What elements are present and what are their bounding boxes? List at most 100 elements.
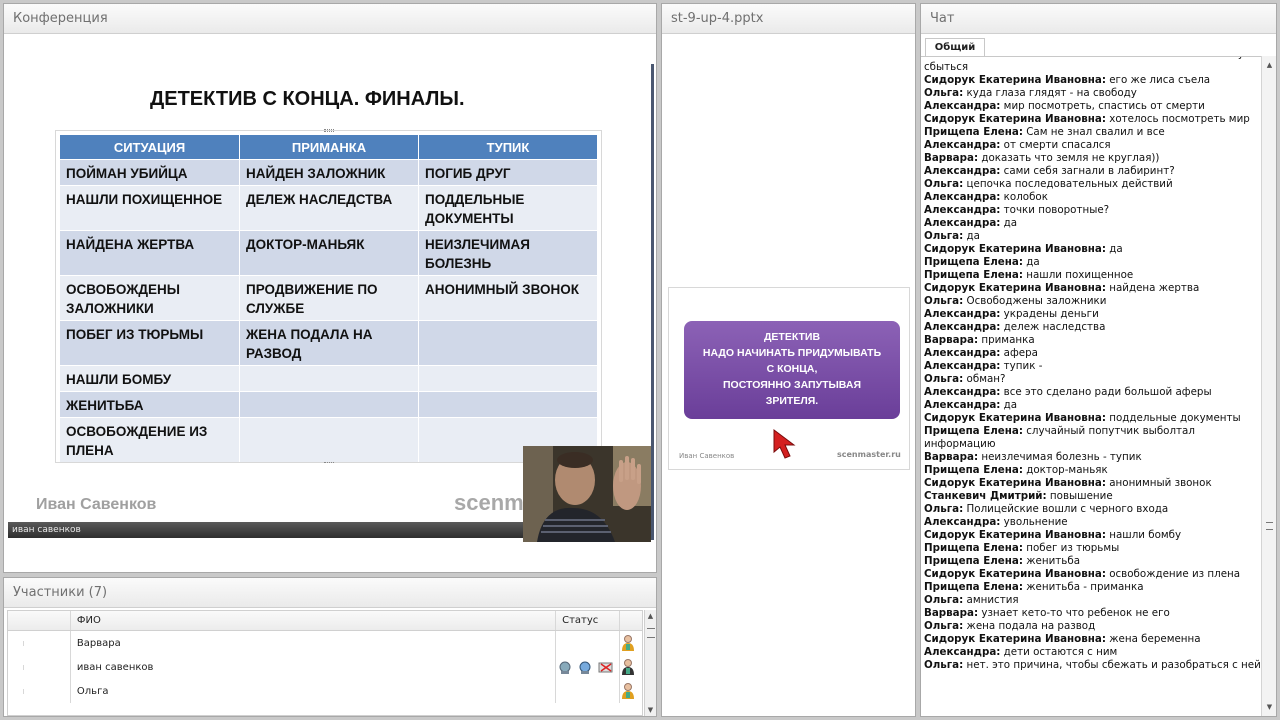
chat-text: амнистия [963,594,1019,606]
slide-table-row: ЖЕНИТЬБА [60,391,597,417]
chat-message: Александра: афера [924,347,1261,360]
chat-message: Сидорук Екатерина Ивановна: хотелось пос… [924,113,1261,126]
chat-text: дележ наследства [1000,321,1106,333]
chat-messages[interactable]: Ольга: может это как - бойтесь своих жел… [921,56,1261,716]
scroll-down-icon[interactable]: ▼ [1262,700,1276,714]
participant-row[interactable]: Ольга [8,679,642,703]
participant-menu[interactable] [8,655,71,679]
slide-heading: ДЕТЕКТИВ С КОНЦА. ФИНАЛЫ. [150,88,465,110]
chat-text: да [1105,243,1123,255]
thumb-line: ЗРИТЕЛЯ. [765,395,819,407]
chat-message: Александра: украдены деньги [924,308,1261,321]
slide-table-cell: ПОДДЕЛЬНЫЕ ДОКУМЕНТЫ [419,186,597,230]
header-bait: ПРИМАНКА [240,135,419,159]
thumb-site: scenmaster.ru [837,450,901,459]
slide-border [651,64,654,540]
chat-author: Сидорук Екатерина Ивановна: [924,243,1106,255]
chat-author: Сидорук Екатерина Ивановна: [924,412,1106,424]
participant-name-cell: Варвара [71,631,557,655]
slide-table-cell: ДОКТОР-МАНЬЯК [240,231,419,275]
header-name[interactable]: ФИО [71,611,557,630]
chat-author: Прищепа Елена: [924,581,1023,593]
participant-role [620,631,642,655]
slide-table-cell: ПОБЕГ ИЗ ТЮРЬМЫ [60,321,240,365]
chat-message: Ольга: Освободжены заложники [924,295,1261,308]
chat-scrollbar[interactable]: ▲ ▼ [1261,56,1276,716]
chat-message: Ольга: жена подала на развод [924,620,1261,633]
chat-message: Ольга: может это как - бойтесь своих жел… [924,57,1261,74]
participants-header: ФИО Статус [8,611,642,631]
slide-table-row: ПОБЕГ ИЗ ТЮРЬМЫ ЖЕНА ПОДАЛА НА РАЗВОД [60,320,597,365]
chat-tab-general[interactable]: Общий [925,38,985,56]
chat-text: мир посмотреть, спастись от смерти [1000,100,1205,112]
chat-message: Ольга: куда глаза глядят - на свободу [924,87,1261,100]
slide-thumbnail[interactable]: ДЕТЕКТИВ НАДО НАЧИНАТЬ ПРИДУМЫВАТЬ С КОН… [668,287,910,470]
participant-menu[interactable] [8,679,71,703]
chat-author: Варвара: [924,607,979,619]
participant-name: иван савенков [76,661,154,673]
participant-status [556,655,621,679]
slide-table-cell: НАЙДЕН ЗАЛОЖНИК [240,160,419,185]
header-status[interactable]: Статус [556,611,621,630]
menu-icon[interactable] [14,688,24,694]
chat-author: Прищепа Елена: [924,542,1023,554]
chat-message: Прищепа Елена: да [924,256,1261,269]
scroll-up-icon[interactable]: ▲ [645,610,656,622]
participant-row[interactable]: Варвара [8,631,642,655]
chat-message: Сидорук Екатерина Ивановна: его же лиса … [924,74,1261,87]
slide-table-cell: АНОНИМНЫЙ ЗВОНОК [419,276,597,320]
chat-author: Сидорук Екатерина Ивановна: [924,113,1106,125]
chat-message: Прищепа Елена: женитьба [924,555,1261,568]
chat-text: может это как - бойтесь своих желаний - … [924,57,1250,73]
webcam-video[interactable] [523,446,651,542]
chat-author: Ольга: [924,659,964,671]
chat-message: Прищепа Елена: нашли похищенное [924,269,1261,282]
chat-author: Прищепа Елена: [924,555,1023,567]
chat-author: Варвара: [924,451,979,463]
chat-text: нашли бомбу [1105,529,1182,541]
slide-table-cell: НАШЛИ ПОХИЩЕННОЕ [60,186,240,230]
chat-message: Прищепа Елена: случайный попутчик выболт… [924,425,1261,451]
thumb-line: ДЕТЕКТИВ [763,331,821,343]
chat-message: Ольга: обман? [924,373,1261,386]
participant-menu[interactable] [8,631,71,655]
scroll-thumb[interactable] [647,628,655,638]
participants-panel: Участники (7) ФИО Статус Варвара иван сав… [3,577,657,717]
menu-icon[interactable] [14,664,24,670]
slide-table-row: НАЙДЕНА ЖЕРТВА ДОКТОР-МАНЬЯК НЕИЗЛЕЧИМАЯ Б… [60,230,597,275]
chat-text: да [1022,256,1040,268]
scroll-up-icon[interactable]: ▲ [1262,58,1276,72]
slide-table-row: ОСВОБОЖДЕНЫ ЗАЛОЖНИКИ ПРОДВИЖЕНИЕ ПО СЛУЖ… [60,275,597,320]
chat-text: увольнение [1000,516,1068,528]
chat-author: Александра: [924,646,1001,658]
participants-scrollbar[interactable]: ▲ ▼ [644,610,656,716]
scroll-down-icon[interactable]: ▼ [645,704,656,716]
chat-text: освобождение из плена [1105,568,1241,580]
chat-author: Ольга: [924,87,964,99]
chat-author: Александра: [924,516,1001,528]
chat-text: жена беременна [1105,633,1201,645]
chat-text: доктор-маньяк [1022,464,1108,476]
slide-table-header: СИТУАЦИЯ ПРИМАНКА ТУПИК [60,135,597,159]
menu-icon[interactable] [14,640,24,646]
chat-author: Варвара: [924,152,979,164]
slide-table-grid: СИТУАЦИЯ ПРИМАНКА ТУПИК ПОЙМАН УБИЙЦА НАЙ… [60,135,597,462]
slide-table[interactable]: СИТУАЦИЯ ПРИМАНКА ТУПИК ПОЙМАН УБИЙЦА НАЙ… [55,129,602,463]
thumb-line: ПОСТОЯННО ЗАПУТЫВАЯ [723,379,861,391]
chat-author: Сидорук Екатерина Ивановна: [924,282,1106,294]
chat-message: Александра: тупик - [924,360,1261,373]
chat-message: Александра: да [924,217,1261,230]
chat-message: Станкевич Дмитрий: повышение [924,490,1261,503]
chat-author: Станкевич Дмитрий: [924,490,1047,502]
participants-table: ФИО Статус Варвара иван савенков Ольга [7,610,643,716]
scroll-thumb[interactable] [1266,522,1273,530]
slide-table-cell [240,418,419,462]
participant-row[interactable]: иван савенков [8,655,642,679]
resize-handle-top[interactable] [324,129,334,132]
chat-text: колобок [1000,191,1048,203]
chat-author: Ольга: [924,373,964,385]
chat-author: Александра: [924,139,1001,151]
slide-table-cell: ПОГИБ ДРУГ [419,160,597,185]
slide-table-cell: ЖЕНИТЬБА [60,392,240,417]
participant-name: Ольга [76,685,109,697]
